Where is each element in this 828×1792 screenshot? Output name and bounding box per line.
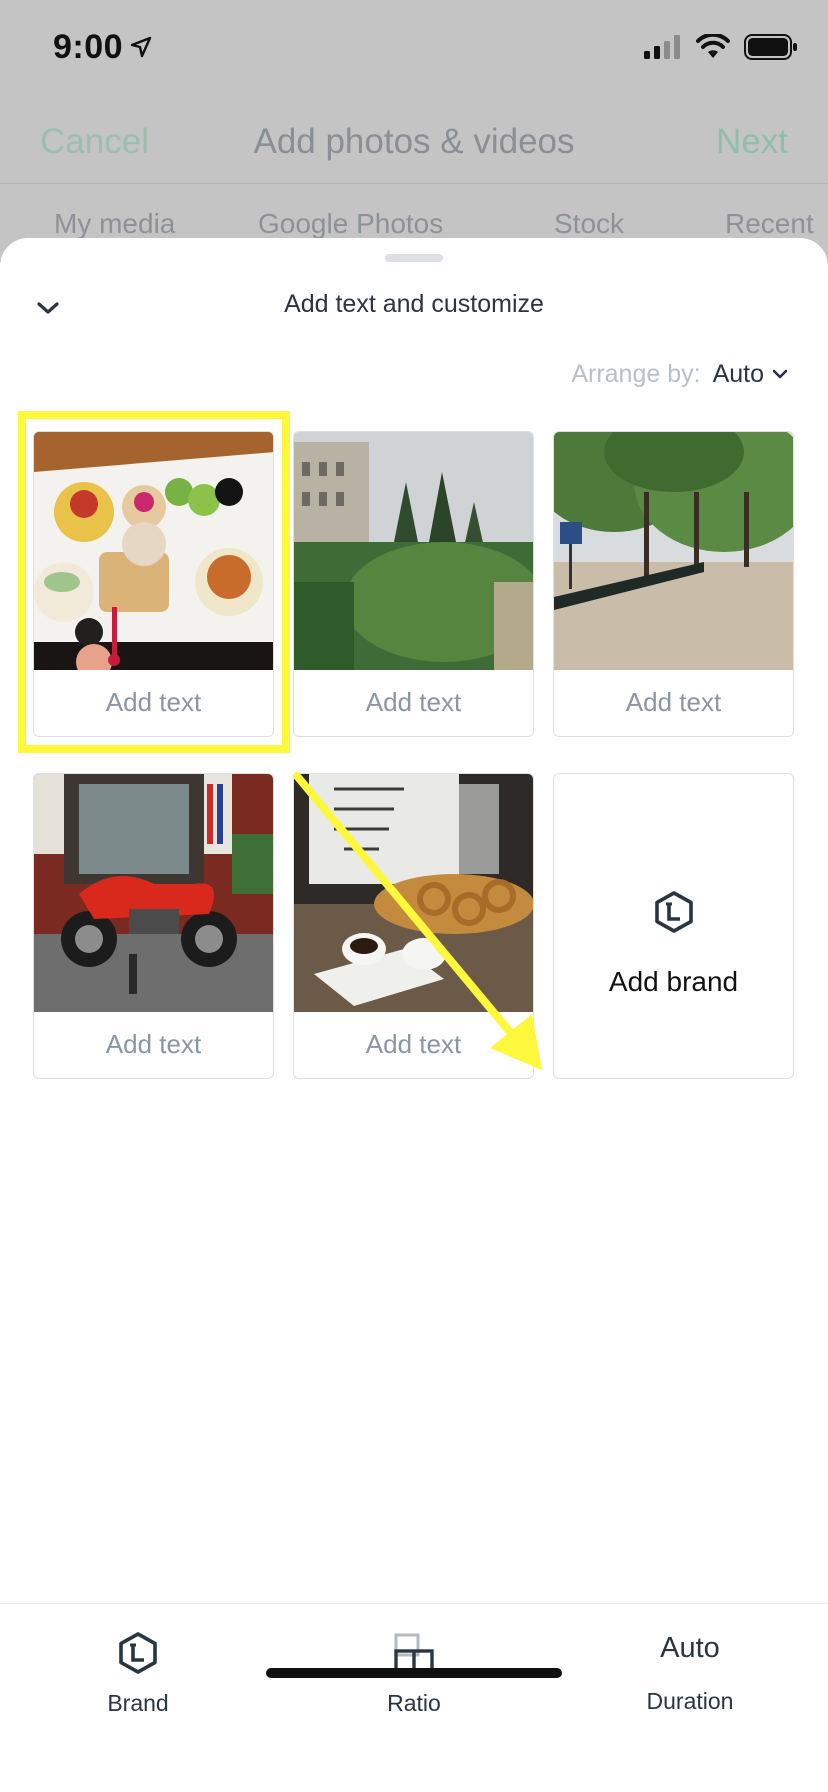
tab-my-media[interactable]: My media bbox=[54, 208, 175, 240]
brand-tool-label: Brand bbox=[107, 1690, 169, 1716]
brand-hexagon-icon bbox=[654, 891, 693, 933]
arrange-by-label: Arrange by: bbox=[571, 360, 701, 388]
add-text-button[interactable]: Add text bbox=[34, 668, 273, 736]
photo-tapas-plate bbox=[34, 432, 273, 670]
add-brand-card[interactable]: Add brand bbox=[553, 773, 794, 1079]
tab-stock[interactable]: Stock bbox=[554, 208, 624, 240]
ratio-tool-label: Ratio bbox=[387, 1690, 441, 1716]
background-title: Add photos & videos bbox=[253, 122, 575, 161]
media-card[interactable]: Add text bbox=[33, 431, 274, 737]
photo-churros-and-coffee bbox=[294, 774, 533, 1012]
add-text-button[interactable]: Add text bbox=[294, 668, 533, 736]
arrange-by-dropdown[interactable]: Arrange by: Auto bbox=[571, 360, 788, 389]
photo-tree-lined-park bbox=[554, 432, 793, 670]
add-text-button[interactable]: Add text bbox=[34, 1010, 273, 1078]
wifi-icon bbox=[696, 34, 730, 58]
add-brand-label: Add brand bbox=[608, 966, 739, 997]
add-text-button[interactable]: Add text bbox=[294, 1010, 533, 1078]
tab-google-photos[interactable]: Google Photos bbox=[258, 208, 443, 240]
media-card[interactable]: Add text bbox=[293, 773, 534, 1079]
bottom-toolbar: Brand Ratio Auto Duration bbox=[0, 1603, 828, 1792]
background-nav-bar: Cancel Add photos & videos Next bbox=[0, 100, 828, 184]
photo-palace-garden bbox=[294, 432, 533, 670]
cellular-signal-icon bbox=[644, 35, 680, 59]
next-button[interactable]: Next bbox=[716, 122, 788, 162]
brand-tool-button[interactable]: Brand bbox=[0, 1604, 276, 1744]
sheet-grabber[interactable] bbox=[385, 254, 443, 262]
location-arrow-icon bbox=[130, 36, 152, 58]
background-screen: 9:00 Cancel Add photos & videos Next My … bbox=[0, 0, 828, 260]
add-text-button[interactable]: Add text bbox=[554, 668, 793, 736]
photo-red-motorcycle bbox=[34, 774, 273, 1012]
status-time: 9:00 bbox=[53, 28, 124, 66]
media-card[interactable]: Add text bbox=[553, 431, 794, 737]
duration-value: Auto bbox=[660, 1632, 720, 1664]
duration-tool-label: Duration bbox=[646, 1688, 734, 1714]
media-card[interactable]: Add text bbox=[33, 773, 274, 1079]
sheet-title: Add text and customize bbox=[284, 290, 544, 318]
duration-tool-button[interactable]: Auto Duration bbox=[552, 1604, 828, 1744]
arrange-by-value: Auto bbox=[712, 360, 764, 388]
home-indicator[interactable] bbox=[266, 1668, 562, 1678]
tab-recent[interactable]: Recent bbox=[725, 208, 814, 240]
chevron-down-icon bbox=[772, 369, 788, 379]
status-bar: 9:00 bbox=[0, 0, 828, 100]
battery-icon bbox=[744, 34, 797, 60]
status-indicators bbox=[644, 34, 798, 60]
brand-hexagon-icon bbox=[119, 1632, 157, 1674]
media-card[interactable]: Add text bbox=[293, 431, 534, 737]
